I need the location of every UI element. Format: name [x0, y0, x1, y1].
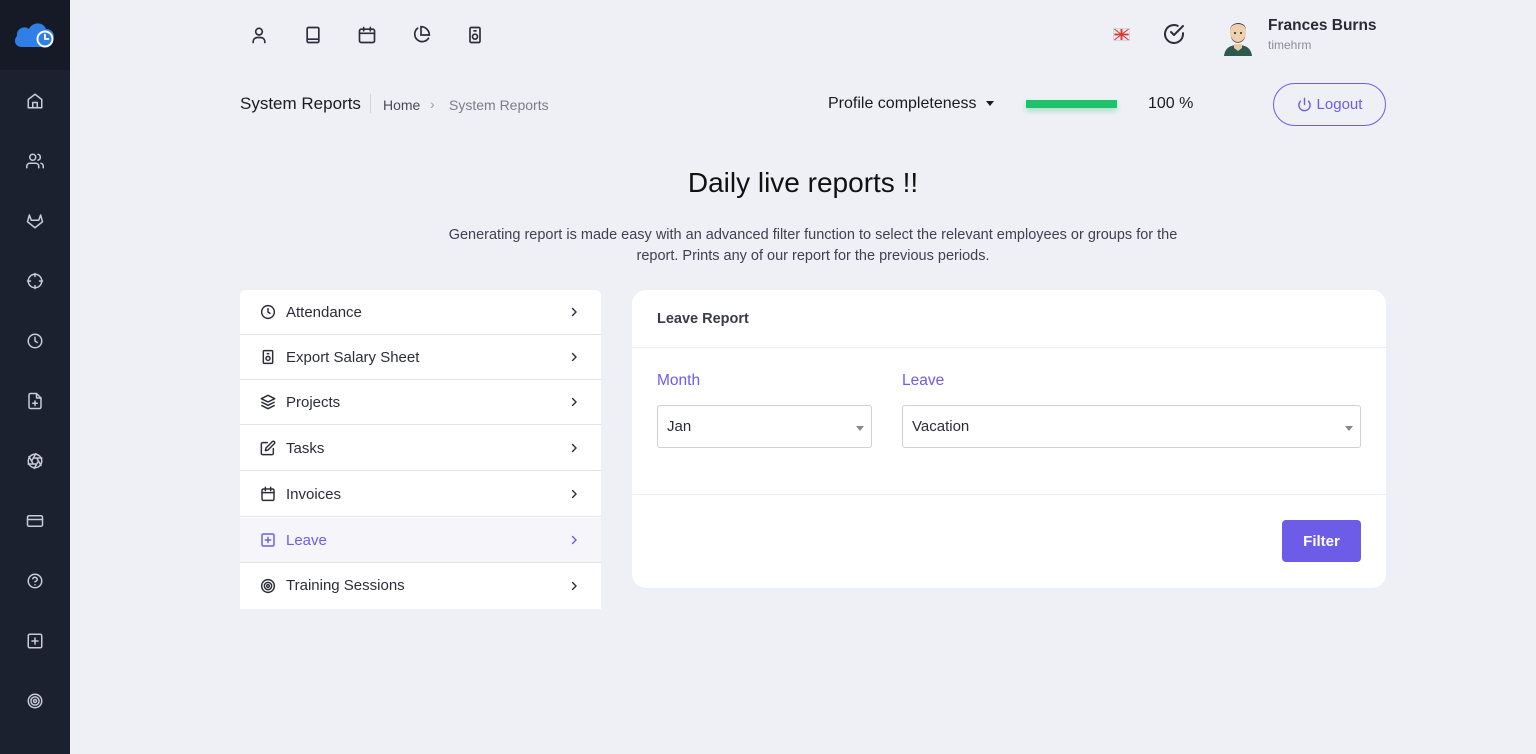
chevron-right-icon — [571, 489, 577, 499]
sidebar-item-gitlab[interactable] — [0, 201, 70, 241]
user-icon — [252, 27, 266, 44]
sidebar-item-aperture[interactable] — [0, 441, 70, 481]
calendar-icon — [358, 26, 376, 44]
top-nav-calendar[interactable] — [354, 22, 380, 48]
plus-square-icon — [27, 633, 43, 649]
leave-label: Leave — [902, 372, 945, 389]
chevron-right-icon — [571, 535, 577, 545]
page-title: System Reports — [240, 94, 361, 113]
cloud-clock-logo-icon — [14, 23, 54, 48]
breadcrumb-separator: › — [430, 96, 435, 112]
home-icon — [27, 93, 43, 109]
top-nav-book[interactable] — [300, 22, 326, 48]
report-menu-item-invoices[interactable]: Invoices — [240, 472, 601, 517]
caret-down-icon — [1345, 426, 1353, 431]
file-plus-icon — [28, 392, 42, 410]
safe-icon — [469, 26, 481, 44]
sidebar-item-help[interactable] — [0, 561, 70, 601]
clock-icon — [27, 333, 43, 349]
report-menu: Attendance Export Salary Sheet Projects … — [240, 290, 601, 609]
leave-type-select[interactable]: Vacation — [902, 405, 1361, 448]
target-icon — [27, 693, 43, 709]
layers-icon — [260, 394, 276, 410]
power-icon — [1297, 97, 1311, 112]
safe-icon — [262, 349, 274, 365]
sidebar-item-clock[interactable] — [0, 321, 70, 361]
logout-button[interactable]: Logout — [1273, 83, 1386, 126]
chevron-right-icon — [571, 397, 577, 407]
sidebar-item-target[interactable] — [0, 681, 70, 721]
sidebar-item-file[interactable] — [0, 381, 70, 421]
menu-item-label: Invoices — [286, 485, 342, 503]
tasks-check-icon[interactable] — [1162, 22, 1186, 46]
logout-label: Logout — [1316, 96, 1363, 113]
chevron-right-icon — [571, 443, 577, 453]
help-circle-icon — [27, 573, 43, 589]
caret-down-icon[interactable] — [986, 101, 994, 106]
report-menu-item-training-sessions[interactable]: Training Sessions — [240, 563, 601, 608]
menu-item-label: Attendance — [286, 303, 362, 321]
report-menu-item-export-salary-sheet[interactable]: Export Salary Sheet — [240, 335, 601, 380]
credit-card-icon — [26, 515, 44, 527]
book-icon — [306, 26, 320, 44]
profile-completeness-dropdown[interactable]: Profile completeness — [828, 95, 977, 113]
profile-progress-bar — [1026, 100, 1117, 108]
menu-item-label: Training Sessions — [286, 577, 405, 594]
leave-report-card: Leave Report Month Jan Leave Vacation Fi… — [632, 290, 1386, 588]
hero-title: Daily live reports !! — [687, 167, 919, 198]
avatar[interactable] — [1220, 14, 1256, 56]
calendar-icon — [261, 486, 275, 502]
plus-square-icon — [261, 533, 275, 547]
sidebar — [0, 0, 70, 754]
sidebar-item-billing[interactable] — [0, 501, 70, 541]
app-logo[interactable] — [0, 0, 70, 70]
report-menu-item-attendance[interactable]: Attendance — [240, 290, 601, 335]
report-menu-item-projects[interactable]: Projects — [240, 380, 601, 425]
user-name[interactable]: Frances Burns — [1268, 17, 1377, 35]
month-select[interactable]: Jan — [657, 405, 872, 448]
top-nav-safe[interactable] — [462, 22, 488, 48]
menu-item-label: Tasks — [286, 439, 325, 457]
month-label: Month — [657, 372, 701, 389]
month-select-value: Jan — [667, 418, 692, 435]
sidebar-item-add[interactable] — [0, 621, 70, 661]
hero-description: Generating report is made easy with an a… — [448, 227, 1178, 264]
caret-down-icon — [856, 426, 864, 431]
filter-button[interactable]: Filter — [1282, 520, 1361, 562]
profile-progress-fill — [1026, 100, 1117, 108]
user-subtitle: timehrm — [1268, 38, 1312, 52]
chevron-right-icon — [571, 352, 577, 362]
pie-chart-icon — [413, 25, 431, 43]
card-footer-divider — [632, 494, 1386, 495]
target-icon — [260, 578, 276, 593]
clock-icon — [260, 304, 276, 320]
top-nav-profile[interactable] — [246, 22, 272, 48]
profile-progress-text: 100 % — [1148, 95, 1194, 112]
sidebar-item-crosshair[interactable] — [0, 261, 70, 301]
chevron-right-icon — [571, 581, 577, 590]
card-title: Leave Report — [657, 311, 749, 327]
leave-select-value: Vacation — [912, 418, 970, 435]
menu-item-label: Projects — [286, 393, 341, 411]
gitlab-icon — [26, 214, 44, 229]
menu-item-label: Leave — [286, 531, 327, 549]
sidebar-item-home[interactable] — [0, 81, 70, 121]
breadcrumb-divider — [370, 94, 371, 113]
top-nav-reports[interactable] — [408, 22, 434, 48]
report-menu-item-leave[interactable]: Leave — [240, 518, 601, 563]
language-flag-icon[interactable] — [1113, 28, 1130, 41]
edit-icon — [260, 440, 276, 456]
card-header-divider — [632, 347, 1386, 348]
breadcrumb-current: System Reports — [449, 97, 549, 113]
breadcrumb-home-link[interactable]: Home — [383, 97, 420, 113]
chevron-right-icon — [571, 307, 577, 317]
aperture-icon — [27, 452, 43, 470]
report-menu-item-tasks[interactable]: Tasks — [240, 426, 601, 471]
menu-item-label: Export Salary Sheet — [286, 348, 420, 366]
crosshair-icon — [26, 272, 44, 290]
